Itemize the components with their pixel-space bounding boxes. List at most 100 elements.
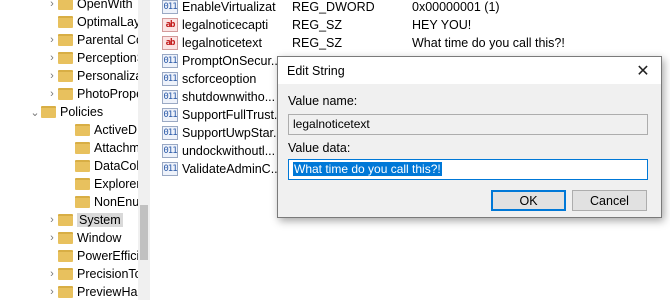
value-data: HEY YOU! <box>412 18 472 32</box>
tree-item[interactable]: ActiveD <box>63 121 137 139</box>
value-row[interactable]: 011 SupportFullTrust... <box>162 106 282 124</box>
string-value-icon: ab <box>162 18 178 32</box>
value-name: legalnoticetext <box>182 36 262 50</box>
tree-item[interactable]: DataCol <box>63 157 139 175</box>
dialog-title: Edit String <box>287 63 345 78</box>
expand-chevron-icon[interactable]: › <box>46 67 58 85</box>
tree-item-label: OptimalLay <box>77 15 141 29</box>
folder-icon <box>58 70 73 82</box>
expand-chevron-icon[interactable]: › <box>46 283 58 300</box>
tree-item-label: PreviewHar <box>77 285 142 299</box>
tree-item-label: System <box>77 213 123 227</box>
tree-item[interactable]: NonEnu <box>63 193 139 211</box>
tree-item-label: OpenWith <box>77 0 133 11</box>
value-row[interactable]: ab legalnoticetext REG_SZ What time do you … <box>162 34 565 52</box>
tree-item[interactable]: ⌄ Policies <box>29 103 103 121</box>
value-data-input[interactable]: What time do you call this?! <box>288 159 648 180</box>
folder-icon <box>58 286 73 298</box>
ok-button[interactable]: OK <box>491 190 566 211</box>
tree-item-label: PerceptionS <box>77 51 146 65</box>
binary-value-icon: 011 <box>162 0 178 14</box>
value-name-field: legalnoticetext <box>288 114 648 135</box>
expand-chevron-icon[interactable]: › <box>46 0 58 13</box>
tree-item[interactable]: Explorer <box>63 175 141 193</box>
value-name: ValidateAdminC... <box>182 162 282 176</box>
tree-item-label: Attachm <box>94 141 140 155</box>
value-name: scforceoption <box>182 72 257 86</box>
close-icon[interactable]: ✕ <box>625 57 661 84</box>
folder-icon <box>75 196 90 208</box>
folder-icon <box>58 34 73 46</box>
expand-chevron-icon[interactable]: › <box>46 49 58 67</box>
tree-item[interactable]: Attachm <box>63 139 140 157</box>
value-row[interactable]: 011 SupportUwpStar... <box>162 124 282 142</box>
tree-item[interactable]: › System <box>46 211 123 229</box>
folder-icon <box>75 178 90 190</box>
value-name: shutdownwitho... <box>182 90 276 104</box>
dialog-titlebar: Edit String ✕ <box>278 57 661 84</box>
expand-chevron-icon[interactable]: › <box>46 211 58 229</box>
tree-item[interactable]: › Parental Co <box>46 31 143 49</box>
expand-chevron-icon[interactable]: › <box>46 31 58 49</box>
binary-value-icon: 011 <box>162 108 178 122</box>
value-name-label: Value name: <box>288 94 358 108</box>
tree-item[interactable]: › PerceptionS <box>46 49 145 67</box>
tree-item-label: NonEnu <box>94 195 140 209</box>
expand-chevron-icon[interactable] <box>63 157 75 175</box>
value-name: SupportFullTrust... <box>182 108 282 122</box>
binary-value-icon: 011 <box>162 144 178 158</box>
tree-item[interactable]: › PrecisionTo <box>46 265 142 283</box>
value-row[interactable]: 011 shutdownwitho... <box>162 88 282 106</box>
value-row[interactable]: 011 scforceoption <box>162 70 282 88</box>
folder-icon <box>58 16 73 28</box>
expand-chevron-icon[interactable] <box>46 13 58 31</box>
value-name: undockwithoutl... <box>182 144 276 158</box>
expand-chevron-icon[interactable]: › <box>46 229 58 247</box>
expand-chevron-icon[interactable] <box>63 121 75 139</box>
tree-item[interactable]: › PhotoPrope <box>46 85 143 103</box>
folder-icon <box>58 0 73 10</box>
folder-icon <box>58 52 73 64</box>
folder-icon <box>41 106 56 118</box>
folder-icon <box>58 88 73 100</box>
tree-item[interactable]: PowerEffici <box>46 247 139 265</box>
folder-icon <box>58 232 73 244</box>
tree-item-label: Window <box>77 231 122 245</box>
value-data: What time do you call this?! <box>412 36 565 50</box>
tree-item-label: Explorer <box>94 177 141 191</box>
value-data-label: Value data: <box>288 141 351 155</box>
tree-item-label: Policies <box>60 105 104 119</box>
expand-chevron-icon[interactable]: › <box>46 85 58 103</box>
value-row[interactable]: ab legalnoticecapti REG_SZ HEY YOU! <box>162 16 471 34</box>
value-name: PromptOnSecur... <box>182 54 282 68</box>
expand-chevron-icon[interactable] <box>63 139 75 157</box>
string-value-icon: ab <box>162 36 178 50</box>
folder-icon <box>58 250 73 262</box>
expand-chevron-icon[interactable] <box>63 175 75 193</box>
folder-icon <box>58 268 73 280</box>
tree-item-label: Personaliza <box>77 69 143 83</box>
tree-item-label: PrecisionTo <box>77 267 142 281</box>
tree-scrollbar-thumb[interactable] <box>140 205 148 260</box>
value-name-text: legalnoticetext <box>293 117 370 131</box>
value-data-text: What time do you call this?! <box>293 162 442 176</box>
value-name: SupportUwpStar... <box>182 126 282 140</box>
value-row[interactable]: 011 PromptOnSecur... <box>162 52 282 70</box>
value-data: 0x00000001 (1) <box>412 0 500 14</box>
tree-item[interactable]: › Personaliza <box>46 67 142 85</box>
edit-string-dialog: Edit String ✕ Value name: legalnoticetex… <box>277 56 662 218</box>
expand-chevron-icon[interactable]: › <box>46 265 58 283</box>
value-type: REG_DWORD <box>292 0 375 14</box>
tree-item[interactable]: › Window <box>46 229 121 247</box>
tree-item[interactable]: › OpenWith <box>46 0 133 13</box>
value-row[interactable]: 011 ValidateAdminC... <box>162 160 282 178</box>
cancel-button[interactable]: Cancel <box>572 190 647 211</box>
expand-chevron-icon[interactable] <box>46 247 58 265</box>
tree-item[interactable]: OptimalLay <box>46 13 140 31</box>
expand-chevron-icon[interactable] <box>63 193 75 211</box>
tree-item[interactable]: › PreviewHar <box>46 283 142 300</box>
expand-chevron-icon[interactable]: ⌄ <box>29 103 41 121</box>
registry-tree[interactable]: › OpenWith OptimalLay › Parental Co › Percepti… <box>0 0 150 300</box>
value-row[interactable]: 011 undockwithoutl... <box>162 142 282 160</box>
value-row[interactable]: 011 EnableVirtualizat REG_DWORD 0x00000001 … <box>162 0 500 16</box>
